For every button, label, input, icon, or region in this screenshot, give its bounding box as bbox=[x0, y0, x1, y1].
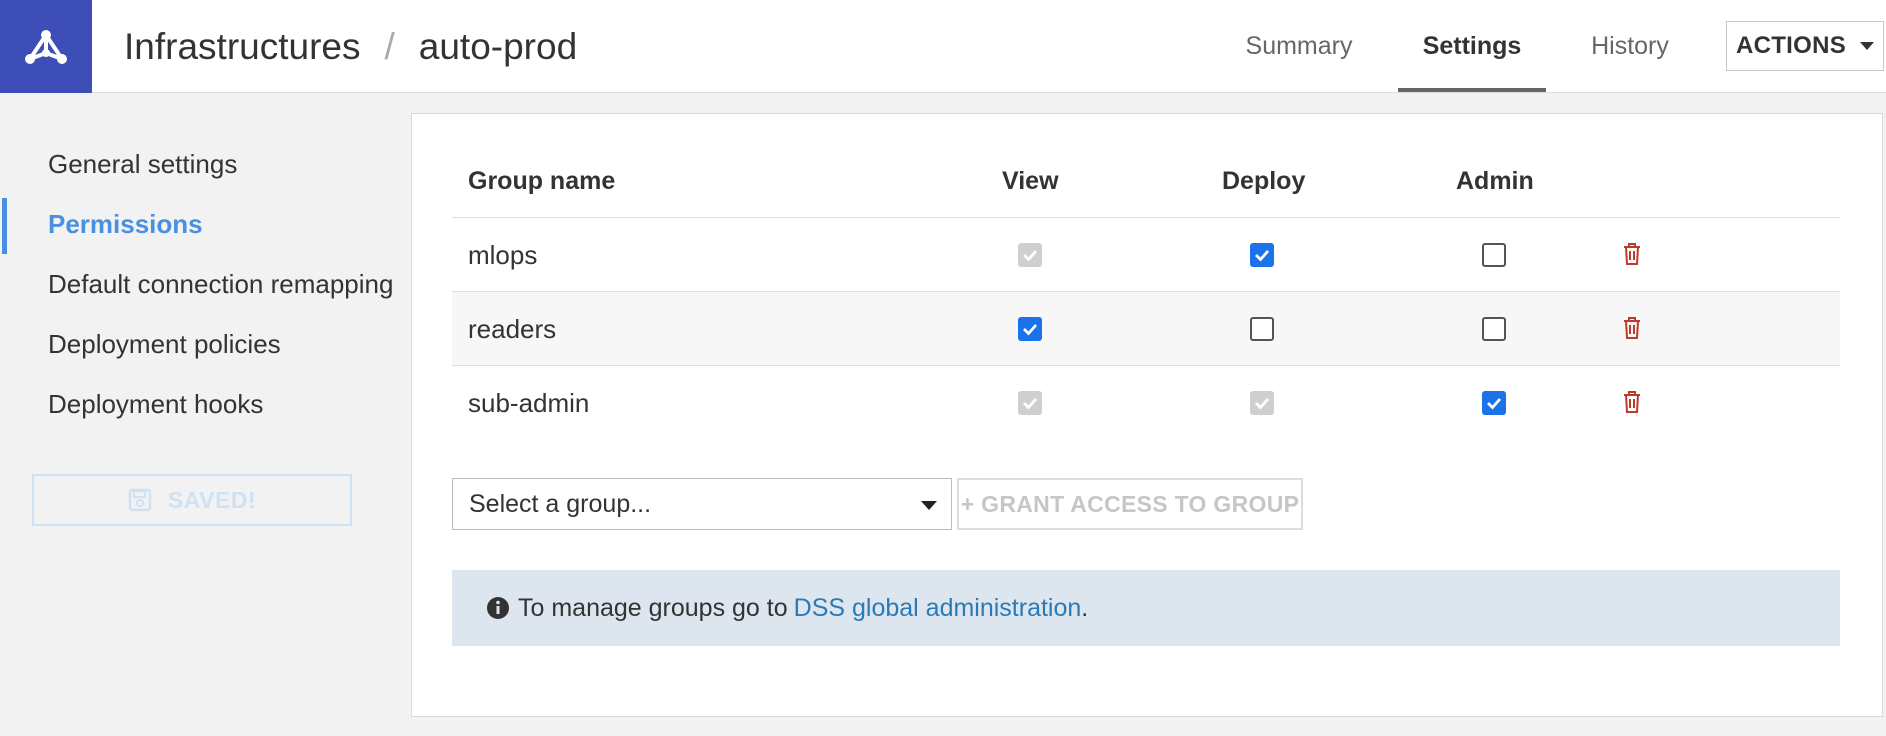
trash-icon[interactable] bbox=[1622, 390, 1642, 414]
group-name: sub-admin bbox=[468, 387, 590, 418]
sidebar-item-default-connection-remapping[interactable]: Default connection remapping bbox=[48, 264, 393, 304]
column-header-deploy: Deploy bbox=[1222, 166, 1306, 195]
dataiku-bird-icon bbox=[25, 29, 67, 64]
table-row-mlops: mlops bbox=[452, 217, 1840, 291]
admin-checkbox[interactable] bbox=[1482, 391, 1506, 415]
deploy-checkbox[interactable] bbox=[1250, 317, 1274, 341]
sidebar-item-general-settings[interactable]: General settings bbox=[48, 144, 237, 184]
breadcrumb: Infrastructures / auto-prod bbox=[124, 24, 577, 70]
info-banner: To manage groups go to DSS global admini… bbox=[452, 570, 1840, 646]
sidebar-item-deployment-policies[interactable]: Deployment policies bbox=[48, 324, 281, 364]
column-header-view: View bbox=[1002, 166, 1059, 195]
caret-down-icon bbox=[1860, 42, 1875, 50]
table-row-readers: readers bbox=[452, 291, 1840, 365]
info-circle-icon bbox=[487, 597, 509, 619]
sidebar-item-permissions[interactable]: Permissions bbox=[48, 204, 203, 244]
grant-access-button[interactable]: + GRANT ACCESS TO GROUP bbox=[957, 478, 1303, 530]
active-indicator bbox=[2, 198, 7, 254]
breadcrumb-infrastructures[interactable]: Infrastructures bbox=[124, 26, 360, 68]
sidebar-item-deployment-hooks[interactable]: Deployment hooks bbox=[48, 384, 263, 424]
saved-button[interactable]: SAVED! bbox=[32, 474, 352, 526]
view-checkbox[interactable] bbox=[1018, 317, 1042, 341]
info-suffix: . bbox=[1081, 593, 1089, 622]
tab-history[interactable]: History bbox=[1570, 0, 1690, 92]
trash-icon[interactable] bbox=[1622, 316, 1642, 340]
view-checkbox bbox=[1018, 391, 1042, 415]
dss-global-administration-link[interactable]: DSS global administration bbox=[794, 594, 1082, 623]
breadcrumb-separator: / bbox=[384, 26, 395, 67]
tab-settings[interactable]: Settings bbox=[1398, 0, 1546, 92]
actions-label: ACTIONS bbox=[1735, 32, 1847, 59]
column-header-group-name: Group name bbox=[468, 166, 616, 195]
caret-down-icon bbox=[921, 501, 937, 510]
admin-checkbox[interactable] bbox=[1482, 243, 1506, 267]
table-row-sub-admin: sub-admin bbox=[452, 365, 1840, 439]
admin-checkbox[interactable] bbox=[1482, 317, 1506, 341]
tab-summary[interactable]: Summary bbox=[1224, 0, 1374, 92]
top-header: Infrastructures / auto-prod Summary Sett… bbox=[0, 0, 1886, 93]
floppy-disk-icon bbox=[128, 488, 152, 512]
group-select-placeholder: Select a group... bbox=[469, 489, 652, 518]
group-name: readers bbox=[468, 313, 557, 344]
view-checkbox bbox=[1018, 243, 1042, 267]
breadcrumb-current: auto-prod bbox=[418, 26, 578, 67]
column-header-admin: Admin bbox=[1456, 166, 1534, 195]
info-text: To manage groups go to bbox=[518, 593, 788, 622]
app-logo[interactable] bbox=[0, 0, 92, 93]
deploy-checkbox[interactable] bbox=[1250, 243, 1274, 267]
deploy-checkbox bbox=[1250, 391, 1274, 415]
group-select[interactable]: Select a group... bbox=[452, 478, 952, 530]
group-name: mlops bbox=[468, 239, 538, 270]
trash-icon[interactable] bbox=[1622, 242, 1642, 266]
saved-label: SAVED! bbox=[167, 486, 257, 513]
actions-dropdown-button[interactable]: ACTIONS bbox=[1726, 21, 1884, 71]
